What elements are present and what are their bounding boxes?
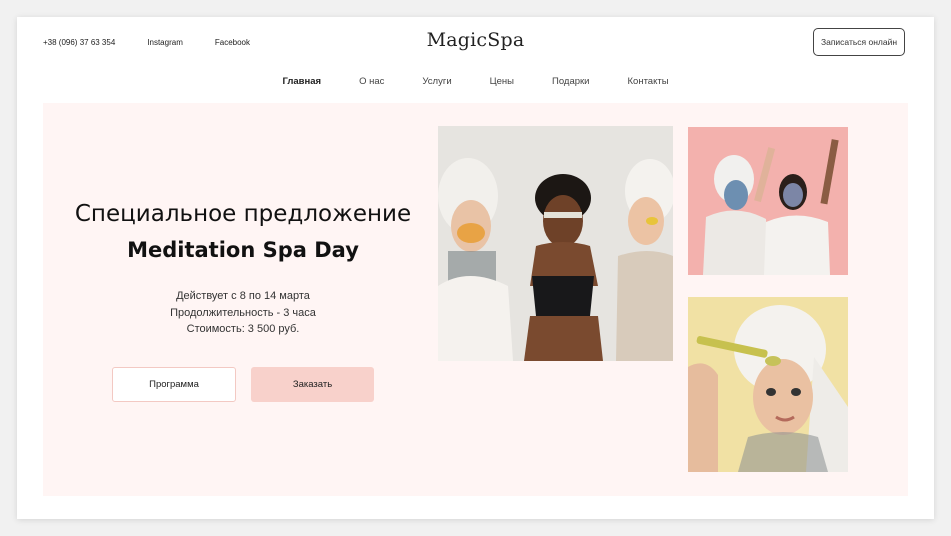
program-button[interactable]: Программа (112, 367, 236, 402)
offer-duration: Продолжительность - 3 часа (170, 306, 316, 319)
hero-subtitle: Meditation Spa Day (127, 238, 359, 262)
spa-robes-photo (688, 127, 848, 275)
spa-mask-photo (688, 297, 848, 472)
offer-details: Действует с 8 по 14 марта Продолжительно… (43, 288, 443, 338)
nav-item-about[interactable]: О нас (359, 76, 384, 87)
book-online-button[interactable]: Записаться онлайн (813, 28, 905, 56)
spa-group-photo (438, 126, 673, 361)
nav-item-home[interactable]: Главная (282, 76, 321, 87)
nav-item-gifts[interactable]: Подарки (552, 76, 589, 87)
main-nav: Главная О нас Услуги Цены Подарки Контак… (0, 76, 951, 87)
nav-item-contacts[interactable]: Контакты (628, 76, 669, 87)
spa-group-photo-illustration (438, 126, 673, 361)
site-logo[interactable]: MagicSpa (0, 29, 951, 51)
spa-robes-photo-illustration (688, 127, 848, 275)
offer-dates: Действует с 8 по 14 марта (176, 290, 310, 302)
offer-price: Стоимость: 3 500 руб. (186, 323, 300, 335)
hero-title: Специальное предложение (74, 201, 412, 227)
nav-item-prices[interactable]: Цены (490, 76, 514, 87)
order-button[interactable]: Заказать (251, 367, 374, 402)
spa-mask-photo-illustration (688, 297, 848, 472)
nav-item-services[interactable]: Услуги (422, 76, 451, 87)
